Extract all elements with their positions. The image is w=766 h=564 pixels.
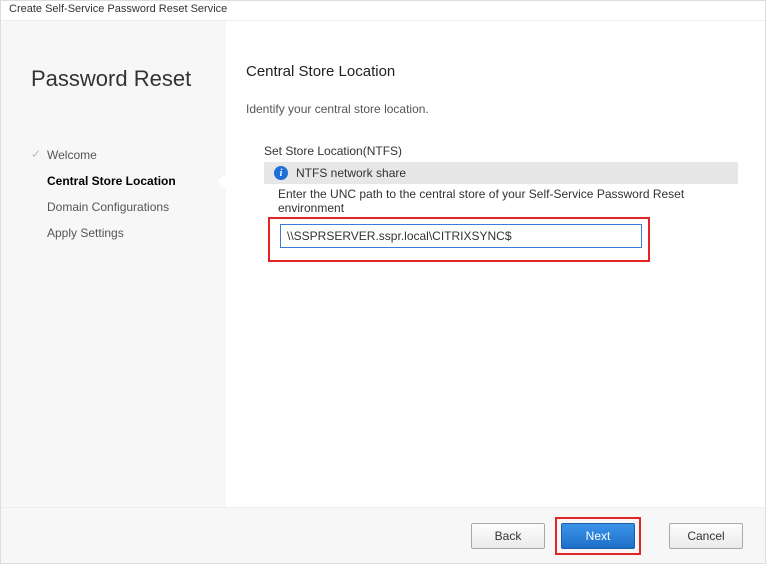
highlight-annotation-next: Next: [555, 517, 641, 555]
step-domain-configurations[interactable]: Domain Configurations: [31, 194, 226, 220]
step-label: Central Store Location: [47, 174, 176, 188]
step-label: Welcome: [47, 148, 97, 162]
step-label: Apply Settings: [47, 226, 124, 240]
footer: Back Next Cancel: [1, 507, 765, 563]
share-type-bar: i NTFS network share: [264, 162, 738, 184]
step-welcome[interactable]: ✓ Welcome: [31, 142, 226, 168]
main-panel: Central Store Location Identify your cen…: [226, 21, 765, 507]
wizard-body: Password Reset ✓ Welcome Central Store L…: [1, 21, 765, 563]
section-subheading: Set Store Location(NTFS): [264, 144, 740, 158]
step-list: ✓ Welcome Central Store Location Domain …: [31, 142, 226, 246]
step-label: Domain Configurations: [47, 200, 169, 214]
step-apply-settings[interactable]: Apply Settings: [31, 220, 226, 246]
window-title: Create Self-Service Password Reset Servi…: [1, 1, 765, 21]
wizard-window: Create Self-Service Password Reset Servi…: [0, 0, 766, 564]
wizard-heading: Password Reset: [31, 66, 226, 92]
check-icon: ✓: [31, 148, 41, 160]
next-button[interactable]: Next: [561, 523, 635, 549]
unc-path-hint: Enter the UNC path to the central store …: [278, 187, 740, 215]
page-title: Central Store Location: [246, 63, 740, 80]
back-button[interactable]: Back: [471, 523, 545, 549]
sidebar: Password Reset ✓ Welcome Central Store L…: [1, 21, 226, 507]
info-icon: i: [274, 166, 288, 180]
cancel-button[interactable]: Cancel: [669, 523, 743, 549]
step-central-store-location[interactable]: Central Store Location: [31, 168, 226, 194]
instruction-text: Identify your central store location.: [246, 102, 740, 116]
highlight-annotation: [268, 217, 650, 262]
content-row: Password Reset ✓ Welcome Central Store L…: [1, 21, 765, 507]
share-type-label: NTFS network share: [296, 166, 406, 180]
unc-path-input[interactable]: [280, 224, 642, 248]
